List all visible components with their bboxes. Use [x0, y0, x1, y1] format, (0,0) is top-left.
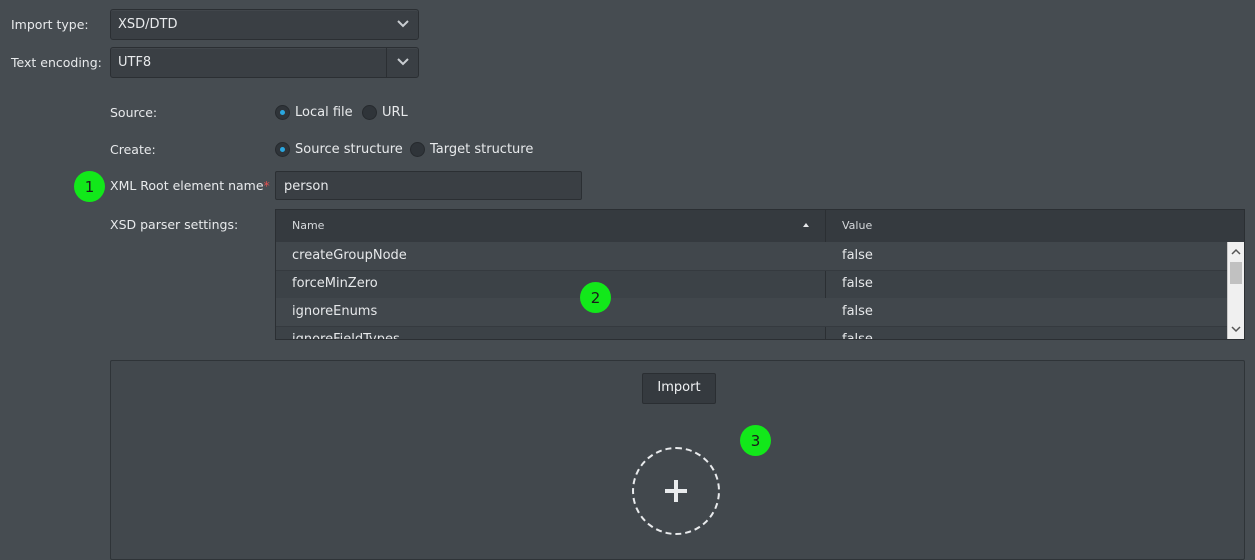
radio-selected-icon [275, 142, 290, 157]
create-label: Create: [110, 142, 156, 157]
import-type-select[interactable]: XSD/DTD [110, 9, 419, 40]
radio-unselected-icon [410, 142, 425, 157]
annotation-marker-3: 3 [740, 425, 771, 456]
root-element-label-text: XML Root element name [110, 178, 264, 193]
scroll-down-icon[interactable] [1228, 321, 1244, 337]
source-url-radio[interactable]: URL [362, 105, 408, 120]
table-row[interactable]: ignoreFieldTypes false [276, 326, 1229, 340]
table-row[interactable]: createGroupNode false [276, 242, 1229, 271]
chevron-down-icon [397, 58, 409, 66]
xsd-settings-table: Name Value createGroupNode false forceMi… [275, 209, 1245, 340]
table-row[interactable]: forceMinZero false [276, 270, 1229, 299]
combo-divider [386, 48, 387, 77]
cell-value: false [842, 332, 873, 340]
add-file-dropzone[interactable] [632, 447, 720, 535]
encoding-label: Text encoding: [11, 55, 102, 70]
cell-name: ignoreEnums [292, 304, 378, 319]
create-source-structure-label: Source structure [295, 142, 403, 157]
cell-name: forceMinZero [292, 276, 378, 291]
annotation-marker-2: 2 [580, 282, 611, 313]
table-header: Name Value [276, 210, 1244, 243]
required-asterisk: * [263, 178, 270, 193]
cell-value: false [842, 304, 873, 319]
import-type-value: XSD/DTD [118, 17, 178, 32]
column-header-name[interactable]: Name [292, 210, 324, 242]
import-button[interactable]: Import [642, 373, 716, 404]
source-url-label: URL [382, 105, 408, 120]
plus-icon-vertical [674, 480, 678, 502]
radio-unselected-icon [362, 105, 377, 120]
encoding-value: UTF8 [118, 55, 152, 70]
cell-value: false [842, 248, 873, 263]
scroll-up-icon[interactable] [1228, 244, 1244, 260]
sort-ascending-icon [803, 223, 809, 227]
radio-selected-icon [275, 105, 290, 120]
create-target-structure-radio[interactable]: Target structure [410, 142, 533, 157]
root-element-label: XML Root element name* [110, 178, 270, 193]
cell-name: ignoreFieldTypes [292, 332, 400, 340]
import-type-label: Import type: [11, 17, 89, 32]
create-target-structure-label: Target structure [430, 142, 534, 157]
scrollbar-thumb[interactable] [1230, 262, 1242, 284]
table-row[interactable]: ignoreEnums false [276, 298, 1229, 327]
import-panel: Import [110, 360, 1245, 560]
cell-name: createGroupNode [292, 248, 407, 263]
xsd-settings-label: XSD parser settings: [110, 217, 239, 232]
table-vertical-scrollbar[interactable] [1227, 242, 1244, 339]
annotation-marker-1: 1 [74, 171, 105, 202]
chevron-down-icon [397, 20, 409, 28]
column-header-value[interactable]: Value [842, 210, 872, 242]
root-element-input[interactable]: person [275, 171, 582, 200]
create-source-structure-radio[interactable]: Source structure [275, 142, 403, 157]
source-label: Source: [110, 105, 158, 120]
source-local-file-radio[interactable]: Local file [275, 105, 353, 120]
cell-value: false [842, 276, 873, 291]
encoding-select[interactable]: UTF8 [110, 47, 419, 78]
source-local-file-label: Local file [295, 105, 353, 120]
